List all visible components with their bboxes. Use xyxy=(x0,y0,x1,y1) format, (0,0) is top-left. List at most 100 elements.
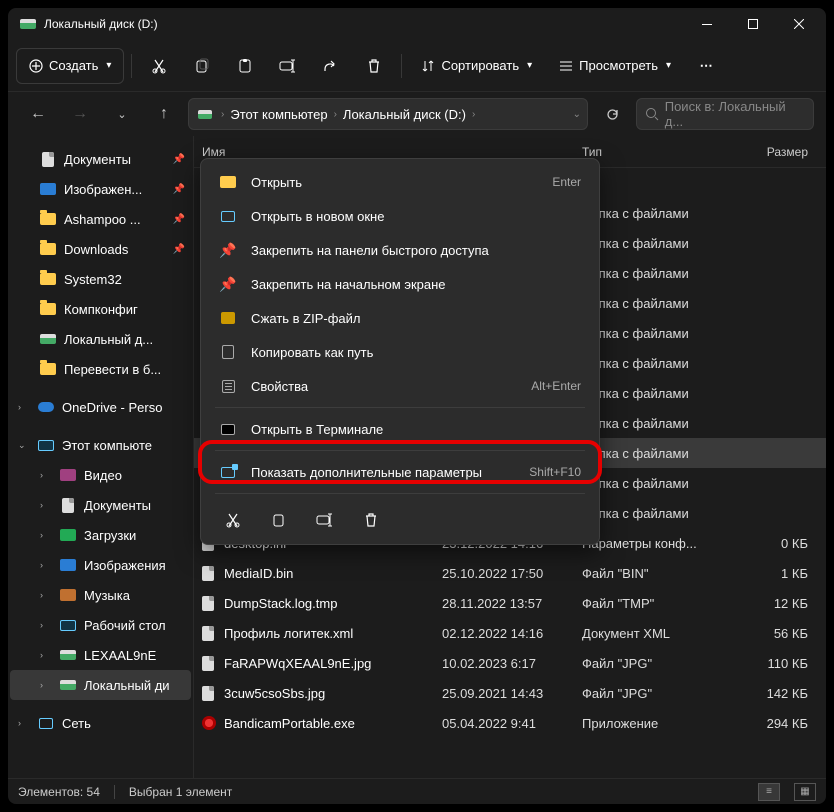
drive-icon xyxy=(40,331,56,347)
sidebar-item[interactable]: ›Изображения xyxy=(10,550,191,580)
folder-icon xyxy=(40,271,56,287)
ctx-copy-button[interactable] xyxy=(265,506,293,534)
file-name: BandicamPortable.exe xyxy=(224,716,442,731)
sidebar-item[interactable]: ›Загрузки xyxy=(10,520,191,550)
view-button[interactable]: Просмотреть▾ xyxy=(547,48,683,84)
sidebar-item[interactable]: ⌄Этот компьюте xyxy=(10,430,191,460)
doc-icon xyxy=(60,497,76,513)
ctx-copy-path[interactable]: Копировать как путь xyxy=(207,335,593,369)
sidebar-item[interactable]: ›Музыка xyxy=(10,580,191,610)
sidebar-item[interactable]: ›LEXAAL9nE xyxy=(10,640,191,670)
ctx-pin-start[interactable]: 📌Закрепить на начальном экране xyxy=(207,267,593,301)
drive-icon xyxy=(20,16,36,32)
sidebar-item[interactable]: Перевести в б... xyxy=(10,354,191,384)
up-button[interactable]: ↑ xyxy=(146,96,182,132)
down-icon xyxy=(60,527,76,543)
minimize-button[interactable] xyxy=(684,8,730,40)
sidebar-item[interactable]: Ashampoo ...📌 xyxy=(10,204,191,234)
file-row[interactable]: MediaID.bin25.10.2022 17:50Файл "BIN"1 К… xyxy=(194,558,826,588)
nav-row: ← → ⌄ ↑ › Этот компьютер › Локальный дис… xyxy=(8,92,826,136)
sidebar-item-label: Видео xyxy=(84,468,185,483)
details-view-toggle[interactable]: ≡ xyxy=(758,783,780,801)
sidebar-item[interactable]: ›OneDrive - Perso xyxy=(10,392,191,422)
file-row[interactable]: Профиль логитек.xml02.12.2022 14:16Докум… xyxy=(194,618,826,648)
share-button[interactable] xyxy=(311,48,351,84)
file-type: Файл "TMP" xyxy=(582,596,732,611)
sidebar-item-label: Сеть xyxy=(62,716,185,731)
pin-icon: 📌 xyxy=(173,214,185,225)
history-dropdown[interactable]: ⌄ xyxy=(104,96,140,132)
cut-button[interactable] xyxy=(139,48,179,84)
sort-button[interactable]: Сортировать▾ xyxy=(409,48,544,84)
back-button[interactable]: ← xyxy=(20,96,56,132)
sidebar-item[interactable]: ›Локальный ди xyxy=(10,670,191,700)
file-type: Папка с файлами xyxy=(582,266,732,281)
copy-button[interactable] xyxy=(182,48,222,84)
new-button[interactable]: Создать▾ xyxy=(16,48,124,84)
sidebar-item-label: Этот компьюте xyxy=(62,438,185,453)
file-size: 0 КБ xyxy=(732,536,818,551)
chevron-right-icon: › xyxy=(334,109,337,120)
ctx-compress-zip[interactable]: Сжать в ZIP-файл xyxy=(207,301,593,335)
refresh-button[interactable] xyxy=(594,98,630,130)
doc-icon xyxy=(40,151,56,167)
close-button[interactable] xyxy=(776,8,822,40)
ctx-open-new-window[interactable]: Открыть в новом окне xyxy=(207,199,593,233)
search-icon xyxy=(645,107,659,121)
ctx-properties[interactable]: СвойстваAlt+Enter xyxy=(207,369,593,403)
net-icon xyxy=(38,715,54,731)
sidebar-item[interactable]: Компконфиг xyxy=(10,294,191,324)
pin-icon: 📌 xyxy=(219,275,237,293)
drive-icon xyxy=(60,677,76,693)
rename-button[interactable] xyxy=(268,48,308,84)
file-name: MediaID.bin xyxy=(224,566,442,581)
file-row[interactable]: BandicamPortable.exe05.04.2022 9:41Прило… xyxy=(194,708,826,738)
sidebar-item[interactable]: ›Документы xyxy=(10,490,191,520)
ctx-pin-quick-access[interactable]: 📌Закрепить на панели быстрого доступа xyxy=(207,233,593,267)
file-date: 02.12.2022 14:16 xyxy=(442,626,582,641)
doc-icon xyxy=(202,686,224,701)
breadcrumb-item[interactable]: Локальный диск (D:) xyxy=(343,107,466,122)
sidebar-item-label: System32 xyxy=(64,272,185,287)
chevron-down-icon[interactable]: ⌄ xyxy=(573,109,581,120)
ctx-open-terminal[interactable]: Открыть в Терминале xyxy=(207,412,593,446)
file-date: 28.11.2022 13:57 xyxy=(442,596,582,611)
file-name: FaRAPWqXEAAL9nE.jpg xyxy=(224,656,442,671)
sidebar-item-label: Перевести в б... xyxy=(64,362,185,377)
breadcrumb[interactable]: › Этот компьютер › Локальный диск (D:) ›… xyxy=(188,98,588,130)
search-input[interactable]: Поиск в: Локальный д... xyxy=(636,98,814,130)
pc-icon xyxy=(38,437,54,453)
search-placeholder: Поиск в: Локальный д... xyxy=(665,99,805,129)
pin-icon: 📌 xyxy=(173,184,185,195)
sidebar-item-label: OneDrive - Perso xyxy=(62,400,185,415)
exe-icon xyxy=(202,716,224,730)
ctx-show-more-options[interactable]: Показать дополнительные параметрыShift+F… xyxy=(207,455,593,489)
sidebar-item[interactable]: Документы📌 xyxy=(10,144,191,174)
sidebar-item[interactable]: ›Сеть xyxy=(10,708,191,738)
ctx-rename-button[interactable] xyxy=(311,506,339,534)
file-row[interactable]: 3cuw5csoSbs.jpg25.09.2021 14:43Файл "JPG… xyxy=(194,678,826,708)
sidebar-item[interactable]: Локальный д... xyxy=(10,324,191,354)
sidebar-item[interactable]: Downloads📌 xyxy=(10,234,191,264)
sidebar-item[interactable]: Изображен...📌 xyxy=(10,174,191,204)
img-icon xyxy=(60,557,76,573)
ctx-delete-button[interactable] xyxy=(357,506,385,534)
breadcrumb-item[interactable]: Этот компьютер xyxy=(230,107,327,122)
grid-view-toggle[interactable]: ▦ xyxy=(794,783,816,801)
ctx-cut-button[interactable] xyxy=(219,506,247,534)
file-type: Папка с файлами xyxy=(582,476,732,491)
file-type: Папка с файлами xyxy=(582,416,732,431)
ctx-open[interactable]: ОткрытьEnter xyxy=(207,165,593,199)
file-row[interactable]: FaRAPWqXEAAL9nE.jpg10.02.2023 6:17Файл "… xyxy=(194,648,826,678)
sidebar-item[interactable]: System32 xyxy=(10,264,191,294)
maximize-button[interactable] xyxy=(730,8,776,40)
file-date: 10.02.2023 6:17 xyxy=(442,656,582,671)
forward-button[interactable]: → xyxy=(62,96,98,132)
file-row[interactable]: DumpStack.log.tmp28.11.2022 13:57Файл "T… xyxy=(194,588,826,618)
more-button[interactable]: ⋯ xyxy=(686,48,726,84)
delete-button[interactable] xyxy=(354,48,394,84)
paste-button[interactable] xyxy=(225,48,265,84)
sidebar-item[interactable]: ›Видео xyxy=(10,460,191,490)
sidebar-item[interactable]: ›Рабочий стол xyxy=(10,610,191,640)
pc-icon xyxy=(60,617,76,633)
